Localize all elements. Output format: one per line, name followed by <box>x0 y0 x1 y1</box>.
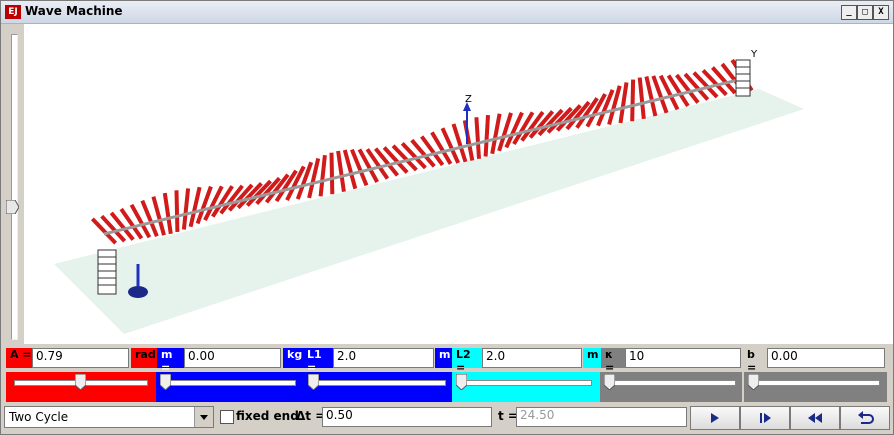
reset-icon <box>858 411 874 424</box>
wave-rod <box>618 82 629 124</box>
app-icon: EJ <box>5 5 21 19</box>
amplitude-unit: rad <box>131 348 157 368</box>
step-forward-icon <box>760 413 771 423</box>
wave-rod <box>181 188 191 230</box>
wave-rod <box>483 114 490 157</box>
kappa-slider-track <box>606 380 736 386</box>
wave-rod <box>162 192 173 235</box>
wave-rod <box>420 135 445 167</box>
mass-slider-thumb[interactable] <box>160 374 171 390</box>
app-window: EJ Wave Machine _ □ X Z Y A = 0.79 rad m… <box>0 0 894 435</box>
fixed-end-checkbox[interactable] <box>220 410 234 424</box>
play-button[interactable] <box>690 406 740 430</box>
l2-field[interactable]: 2.0 <box>482 348 582 368</box>
rewind-button[interactable] <box>790 406 840 430</box>
mass-field[interactable]: 0.00 <box>184 348 281 368</box>
damping-slider[interactable] <box>744 372 887 402</box>
axis-y-label: Y <box>750 49 758 60</box>
damping-slider-track <box>750 380 880 386</box>
window-title: Wave Machine <box>25 4 123 18</box>
mode-dropdown-value: Two Cycle <box>9 410 69 424</box>
wave-3d-view[interactable]: Z Y <box>24 24 893 344</box>
step-button[interactable] <box>740 406 790 430</box>
vertical-slider-thumb[interactable] <box>6 200 19 214</box>
chevron-down-icon[interactable] <box>194 407 213 427</box>
wave-rod <box>462 120 475 161</box>
mass-slider[interactable] <box>156 372 302 402</box>
play-icon <box>711 413 719 423</box>
wave-rod <box>630 79 636 122</box>
vertical-slider[interactable] <box>3 24 23 344</box>
l2-slider[interactable] <box>452 372 600 402</box>
kappa-slider-thumb[interactable] <box>604 374 615 390</box>
l1-slider[interactable] <box>302 372 452 402</box>
wave-rod <box>474 117 481 159</box>
mass-unit: kg <box>283 348 303 368</box>
time-label: t = <box>498 409 518 423</box>
left-support <box>97 249 117 295</box>
damping-field[interactable]: 0.00 <box>767 348 885 368</box>
minimize-button[interactable]: _ <box>841 5 857 20</box>
mode-dropdown[interactable]: Two Cycle <box>4 406 214 428</box>
damping-slider-thumb[interactable] <box>748 374 759 390</box>
l1-unit: m <box>435 348 452 368</box>
maximize-button[interactable]: □ <box>857 5 873 20</box>
l2-slider-track <box>458 380 592 386</box>
fixed-end-label: fixed end <box>236 409 299 423</box>
wave-rod <box>336 150 346 192</box>
wave-rod <box>637 77 646 119</box>
l2-unit: m <box>583 348 601 368</box>
l2-slider-thumb[interactable] <box>456 374 467 390</box>
damping-label: b = <box>747 348 757 374</box>
amplitude-slider[interactable] <box>6 372 156 402</box>
axis-z-label: Z <box>465 94 472 105</box>
wave-rod <box>329 152 335 195</box>
wave-scene-canvas[interactable]: Z Y <box>24 24 893 344</box>
kappa-field[interactable]: 10 <box>625 348 741 368</box>
l1-field[interactable]: 2.0 <box>333 348 434 368</box>
l1-slider-thumb[interactable] <box>308 374 319 390</box>
amplitude-slider-thumb[interactable] <box>75 374 86 390</box>
rewind-icon <box>808 413 822 423</box>
amplitude-label: A = <box>6 348 32 368</box>
amplitude-field[interactable]: 0.79 <box>32 348 129 368</box>
l1-label: L1 = <box>303 348 333 374</box>
axis-z: Z <box>463 94 472 144</box>
wave-rod <box>318 154 327 197</box>
dt-field[interactable]: 0.50 <box>322 407 492 427</box>
slider-row <box>4 372 890 404</box>
mass-slider-track <box>162 380 296 386</box>
close-button[interactable]: X <box>873 5 889 20</box>
vertical-slider-track <box>11 34 18 340</box>
title-bar: EJ Wave Machine _ □ X <box>1 1 893 24</box>
mass-label: m = <box>157 348 185 374</box>
dt-label: Δt = <box>296 409 326 423</box>
control-row: Two Cycle fixed end Δt = 0.50 t = 24.50 <box>4 406 890 432</box>
right-support <box>735 59 751 97</box>
kappa-slider[interactable] <box>600 372 742 402</box>
l1-slider-track <box>308 380 446 386</box>
parameter-row: A = 0.79 rad m = 0.00 kg L1 = 2.0 m L2 =… <box>4 348 890 374</box>
time-field: 24.50 <box>516 407 687 427</box>
kappa-label: κ = <box>601 348 625 374</box>
wave-rod <box>174 190 180 232</box>
reset-button[interactable] <box>840 406 890 430</box>
l2-label: L2 = <box>452 348 482 374</box>
